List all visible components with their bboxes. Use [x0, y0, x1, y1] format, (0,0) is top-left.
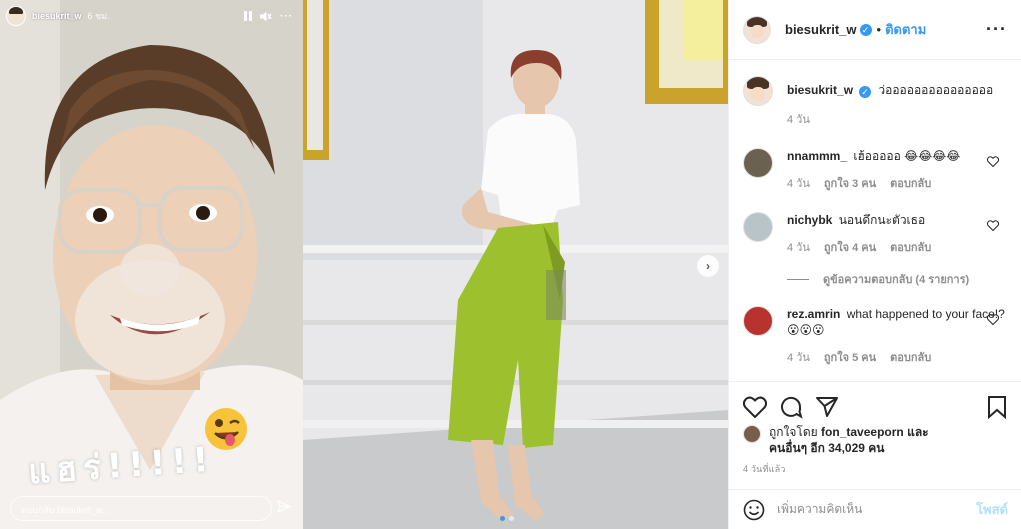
- comment-item: rez.amrin what happened to your face!? 😮…: [743, 306, 1007, 366]
- like-heart-icon[interactable]: [743, 396, 767, 418]
- caption-avatar[interactable]: [743, 76, 773, 106]
- reply-button[interactable]: ตอบกลับ: [890, 350, 931, 366]
- follow-button[interactable]: ติดตาม: [885, 19, 926, 40]
- commenter-avatar[interactable]: [743, 148, 773, 178]
- avatar[interactable]: [743, 15, 771, 44]
- caption-username[interactable]: biesukrit_w: [787, 83, 853, 97]
- posted-time[interactable]: 4 วันที่แล้ว: [729, 456, 1021, 476]
- view-replies-button[interactable]: ดูข้อความตอบกลับ (4 รายการ): [787, 270, 1007, 288]
- comments-list[interactable]: biesukrit_w ✓ ว่อออออออออออออออ 4 วัน nna…: [729, 60, 1021, 382]
- reply-button[interactable]: ตอบกลับ: [890, 176, 931, 192]
- comment-likes[interactable]: ถูกใจ 3 คน: [824, 176, 876, 192]
- commenter-avatar[interactable]: [743, 212, 773, 242]
- comment-username[interactable]: nnammm_: [787, 149, 847, 163]
- comment-meta: 4 วัน ถูกใจ 3 คน ตอบกลับ: [787, 176, 1007, 192]
- chevron-right-icon: ›: [706, 259, 710, 273]
- comment-username[interactable]: rez.amrin: [787, 307, 840, 321]
- send-icon[interactable]: [277, 500, 291, 513]
- caption-time[interactable]: 4 วัน: [787, 112, 810, 128]
- caption-text: ว่อออออออออออออออ: [878, 83, 994, 97]
- liked-by-username[interactable]: fon_taveeporn: [821, 425, 904, 439]
- emoji-smiley-icon[interactable]: [743, 499, 765, 521]
- comment-bubble-icon[interactable]: [779, 395, 803, 419]
- comment-like-heart-icon[interactable]: [987, 156, 999, 167]
- story-avatar[interactable]: [6, 6, 26, 26]
- liked-by: ถูกใจโดย fon_taveeporn และ คนอื่นๆ อีก 3…: [729, 424, 1021, 456]
- story-viewer[interactable]: biesukrit_w 6 ชม. ··· แฮร่!!!!! ตอบกลับ …: [0, 0, 303, 529]
- add-comment-bar: เพิ่มความคิดเห็น โพสต์: [729, 489, 1021, 529]
- carousel-dot: [509, 516, 514, 521]
- more-options-icon[interactable]: ···: [986, 19, 1007, 40]
- comment-time[interactable]: 4 วัน: [787, 240, 810, 256]
- post-comment-button[interactable]: โพสต์: [976, 499, 1008, 520]
- add-comment-input[interactable]: เพิ่มความคิดเห็น: [777, 500, 976, 519]
- comment-likes[interactable]: ถูกใจ 4 คน: [824, 240, 876, 256]
- comment-likes[interactable]: ถูกใจ 5 คน: [824, 350, 876, 366]
- comment-item: nichybk นอนดึกนะตัวเธอ 4 วัน ถูกใจ 4 คน …: [743, 212, 1007, 256]
- post-photo[interactable]: [303, 0, 728, 529]
- next-photo-button[interactable]: ›: [697, 255, 719, 277]
- post-image: [303, 0, 728, 529]
- story-username[interactable]: biesukrit_w: [32, 11, 82, 21]
- post-detail-panel: biesukrit_w ✓ • ติดตาม ··· biesukrit_w ✓ …: [728, 0, 1021, 529]
- story-controls: ···: [244, 11, 293, 22]
- comment-time[interactable]: 4 วัน: [787, 176, 810, 192]
- verified-badge-icon: ✓: [859, 86, 872, 98]
- post-header: biesukrit_w ✓ • ติดตาม ···: [729, 0, 1021, 60]
- pause-icon[interactable]: [244, 11, 252, 21]
- view-replies-label: ดูข้อความตอบกลับ (4 รายการ): [823, 274, 970, 286]
- mute-icon[interactable]: [260, 11, 272, 22]
- bookmark-icon[interactable]: [987, 395, 1007, 419]
- post-username[interactable]: biesukrit_w: [785, 22, 857, 37]
- share-send-icon[interactable]: [815, 396, 839, 418]
- comment-text: นอนดึกนะตัวเธอ: [838, 213, 926, 227]
- post-actions: [729, 382, 1021, 422]
- comment-like-heart-icon[interactable]: [987, 314, 999, 325]
- separator-dot: •: [876, 22, 882, 37]
- story-reply-input[interactable]: ตอบกลับ biesukrit_w...: [10, 496, 272, 521]
- liked-by-others[interactable]: คนอื่นๆ อีก 34,029 คน: [769, 441, 885, 455]
- verified-badge-icon: ✓: [859, 23, 872, 36]
- comment-item: nnammm_ เฮ้อออออ 😂😂😂😂 4 วัน ถูกใจ 3 คน ต…: [743, 148, 1007, 192]
- comment-time[interactable]: 4 วัน: [787, 350, 810, 366]
- caption: biesukrit_w ✓ ว่อออออออออออออออ 4 วัน: [743, 76, 1007, 128]
- story-header: biesukrit_w 6 ชม. ···: [6, 6, 293, 26]
- comment-username[interactable]: nichybk: [787, 213, 832, 227]
- reply-button[interactable]: ตอบกลับ: [890, 240, 931, 256]
- carousel-dot-active: [500, 516, 505, 521]
- commenter-avatar[interactable]: [743, 306, 773, 336]
- liked-by-and: และ: [907, 425, 929, 439]
- divider-line: [787, 278, 809, 280]
- comment-meta: 4 วัน ถูกใจ 5 คน ตอบกลับ: [787, 350, 1007, 366]
- carousel-dots: [500, 516, 514, 521]
- story-more-icon[interactable]: ···: [280, 11, 293, 22]
- liker-avatar[interactable]: [743, 425, 761, 443]
- caption-meta: 4 วัน: [787, 112, 1007, 128]
- story-timestamp: 6 ชม.: [87, 11, 110, 21]
- liked-by-prefix: ถูกใจโดย: [769, 425, 818, 439]
- comment-text: เฮ้อออออ 😂😂😂😂: [853, 149, 961, 163]
- comment-like-heart-icon[interactable]: [987, 220, 999, 231]
- comment-meta: 4 วัน ถูกใจ 4 คน ตอบกลับ: [787, 240, 1007, 256]
